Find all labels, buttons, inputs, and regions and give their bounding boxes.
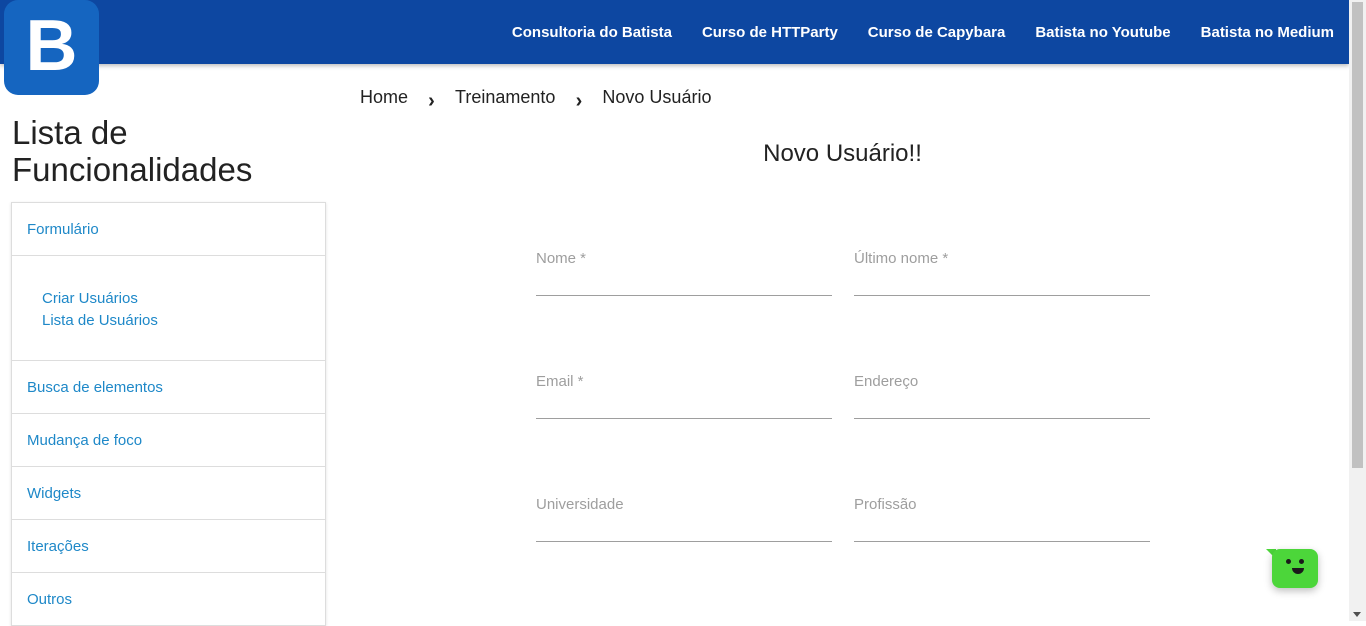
chat-bot-icon[interactable]	[1266, 549, 1318, 588]
sidebar-title: Lista de Funcionalidades	[12, 114, 253, 188]
breadcrumb-home[interactable]: Home	[360, 87, 408, 108]
field-email: Email *	[536, 373, 832, 429]
nav-link-curso-httparty[interactable]: Curso de HTTParty	[687, 24, 853, 41]
scrollbar-thumb[interactable]	[1352, 2, 1363, 468]
universidade-input[interactable]	[536, 516, 832, 542]
sidebar-item-iteracoes[interactable]: Iterações	[12, 520, 325, 573]
sidebar-item-mudanca-foco[interactable]: Mudança de foco	[12, 414, 325, 467]
breadcrumb-treinamento[interactable]: Treinamento	[455, 87, 555, 108]
scroll-down-arrow-icon[interactable]	[1353, 612, 1361, 617]
field-ultimo-nome: Último nome *	[854, 250, 1150, 306]
ultimo-nome-input[interactable]	[854, 270, 1150, 296]
chevron-right-icon: ›	[428, 89, 435, 112]
chat-bubble	[1272, 549, 1318, 588]
nav-link-youtube[interactable]: Batista no Youtube	[1020, 24, 1185, 41]
field-label-ultimo-nome: Último nome *	[854, 250, 949, 267]
sidebar-item-outros[interactable]: Outros	[12, 573, 325, 626]
endereco-input[interactable]	[854, 393, 1150, 419]
field-label-email: Email *	[536, 373, 584, 390]
chevron-right-icon: ›	[575, 89, 583, 112]
nav-link-curso-capybara[interactable]: Curso de Capybara	[853, 24, 1021, 41]
sidebar-subitem-criar-usuarios[interactable]: Criar Usuários	[42, 288, 325, 310]
sidebar-subitem-lista-usuarios[interactable]: Lista de Usuários	[42, 310, 325, 332]
nome-input[interactable]	[536, 270, 832, 296]
chat-eye-left	[1286, 559, 1291, 564]
field-profissao: Profissão	[854, 496, 1150, 552]
breadcrumb-novo-usuario[interactable]: Novo Usuário	[602, 87, 711, 108]
nav-link-consultoria[interactable]: Consultoria do Batista	[497, 24, 687, 41]
chat-mouth	[1292, 568, 1304, 574]
logo-letter: B	[25, 5, 78, 86]
sidebar-submenu-formulario: Criar Usuários Lista de Usuários	[12, 256, 325, 361]
top-navbar: Consultoria do Batista Curso de HTTParty…	[0, 0, 1349, 64]
form-title: Novo Usuário!!	[763, 140, 922, 167]
sidebar-menu: Formulário Criar Usuários Lista de Usuár…	[11, 202, 326, 626]
brand-logo[interactable]: B	[4, 0, 99, 95]
field-label-endereco: Endereço	[854, 373, 919, 390]
email-input[interactable]	[536, 393, 832, 419]
field-universidade: Universidade	[536, 496, 832, 552]
field-label-nome: Nome *	[536, 250, 587, 267]
sidebar-item-formulario[interactable]: Formulário	[12, 203, 325, 256]
breadcrumb: Home › Treinamento › Novo Usuário	[360, 86, 711, 112]
chat-eye-right	[1299, 559, 1304, 564]
field-label-profissao: Profissão	[854, 496, 917, 513]
field-label-universidade: Universidade	[536, 496, 624, 513]
field-nome: Nome *	[536, 250, 832, 306]
vertical-scrollbar[interactable]	[1349, 0, 1366, 621]
sidebar-item-busca-elementos[interactable]: Busca de elementos	[12, 361, 325, 414]
nav-link-medium[interactable]: Batista no Medium	[1186, 24, 1334, 41]
sidebar-item-widgets[interactable]: Widgets	[12, 467, 325, 520]
profissao-input[interactable]	[854, 516, 1150, 542]
top-nav-menu: Consultoria do Batista Curso de HTTParty…	[497, 0, 1334, 64]
field-endereco: Endereço	[854, 373, 1150, 429]
